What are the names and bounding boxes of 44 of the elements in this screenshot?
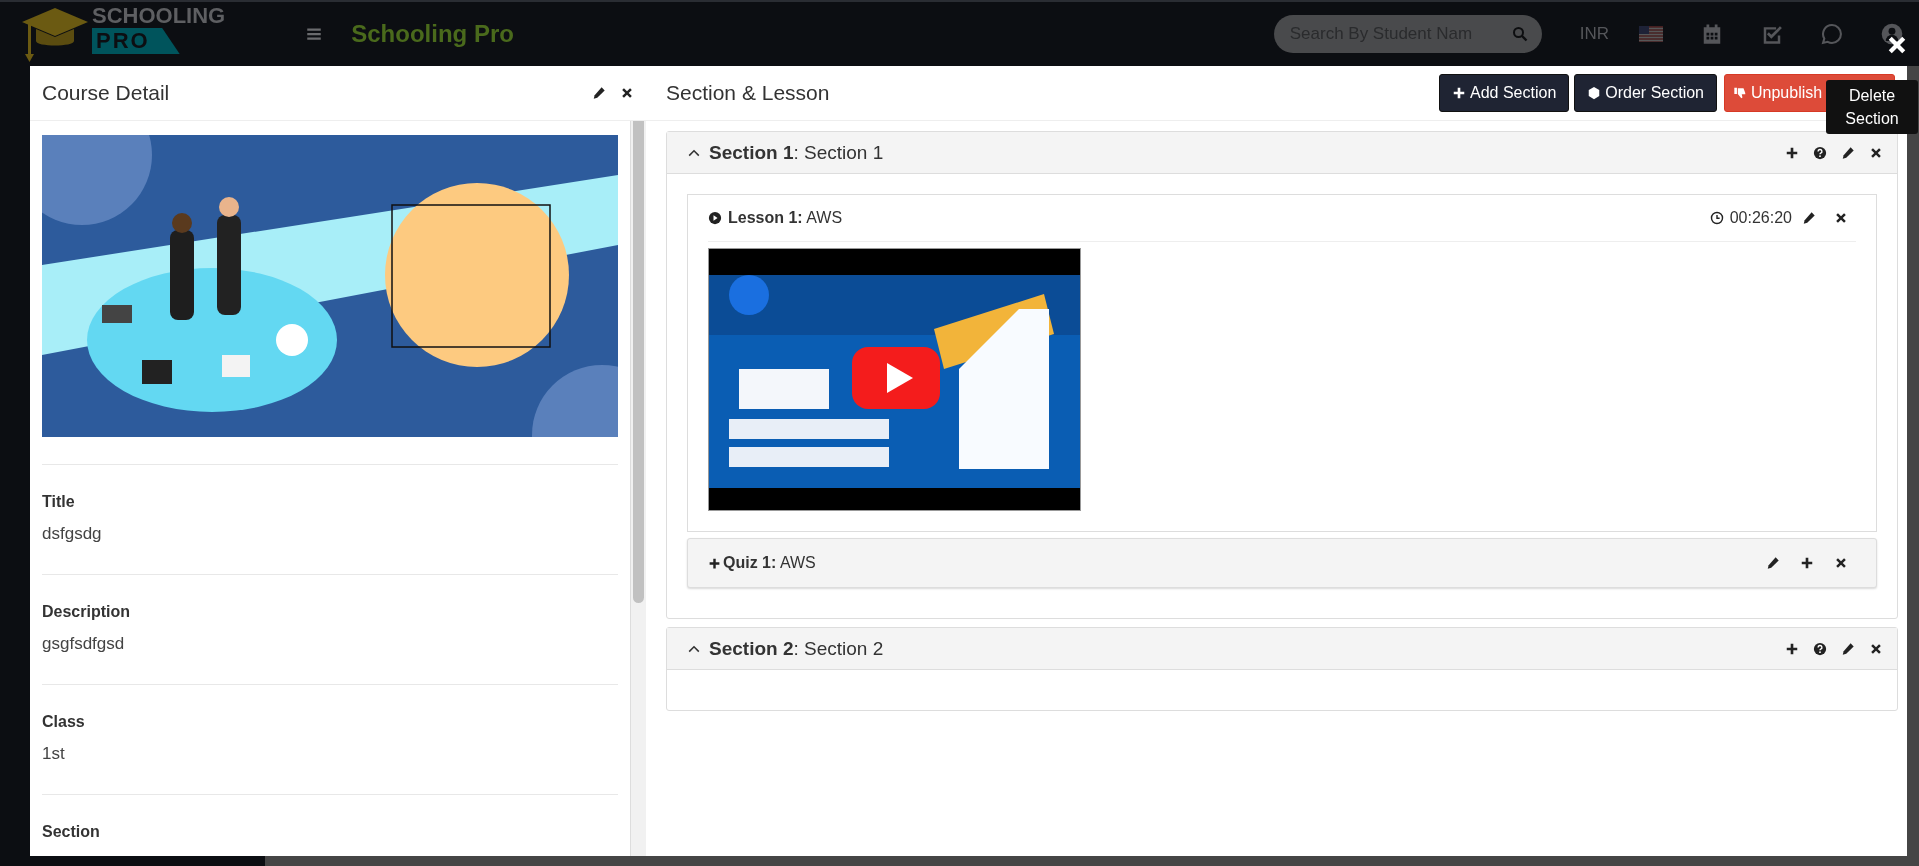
field-label: Description [42,603,131,621]
section-title[interactable]: Section 2: Section 2 [709,637,884,660]
thumbs-down-icon [1733,86,1747,100]
play-icon [708,211,722,225]
edit-icon[interactable] [592,86,606,100]
field-label: Title [42,493,76,511]
quiz-title: Quiz 1: AWS [723,554,816,572]
app-title: Schooling Pro [351,20,514,48]
menu-icon[interactable] [305,25,324,43]
help-icon[interactable] [1813,145,1827,160]
expand-icon[interactable] [708,556,721,570]
tooltip: Delete Section [1826,80,1918,134]
add-section-button[interactable]: Add Section [1439,74,1570,112]
field-label: Class [42,713,86,731]
scrollbar-thumb[interactable] [633,121,644,603]
plus-icon [1452,86,1466,100]
cube-icon [1587,86,1602,100]
edit-icon[interactable] [1841,145,1855,160]
quiz-row[interactable]: Quiz 1: AWS [687,538,1877,588]
add-icon[interactable] [1785,145,1799,160]
delete-icon[interactable] [1834,556,1848,570]
logo-badge: PRO [92,28,180,54]
field-value: gsgfsdfgsd [42,634,126,654]
edit-icon[interactable] [1841,641,1855,656]
field-value: 1st [42,744,66,764]
section-title[interactable]: Section 1: Section 1 [709,141,884,164]
clock-icon [1709,211,1724,225]
lesson-title: Lesson 1: AWS [728,209,843,227]
close-icon[interactable] [620,86,634,100]
order-section-button[interactable]: Order Section [1574,74,1717,112]
delete-icon[interactable] [1834,211,1848,225]
field-label: Section [42,823,101,841]
lesson-duration: 00:26:20 [1729,209,1792,227]
logo-text: SCHOOLING [92,4,226,28]
add-icon[interactable] [1785,641,1799,656]
edit-icon[interactable] [1766,556,1780,570]
calendar-icon[interactable] [1701,23,1723,45]
help-icon[interactable] [1813,641,1827,656]
chat-icon[interactable] [1821,23,1843,45]
field-value: dsfgsdg [42,524,103,544]
panel-title: Section & Lesson [666,81,830,105]
panel-title: Course Detail [42,81,170,105]
add-icon[interactable] [1800,556,1814,570]
edit-icon[interactable] [1802,211,1816,225]
